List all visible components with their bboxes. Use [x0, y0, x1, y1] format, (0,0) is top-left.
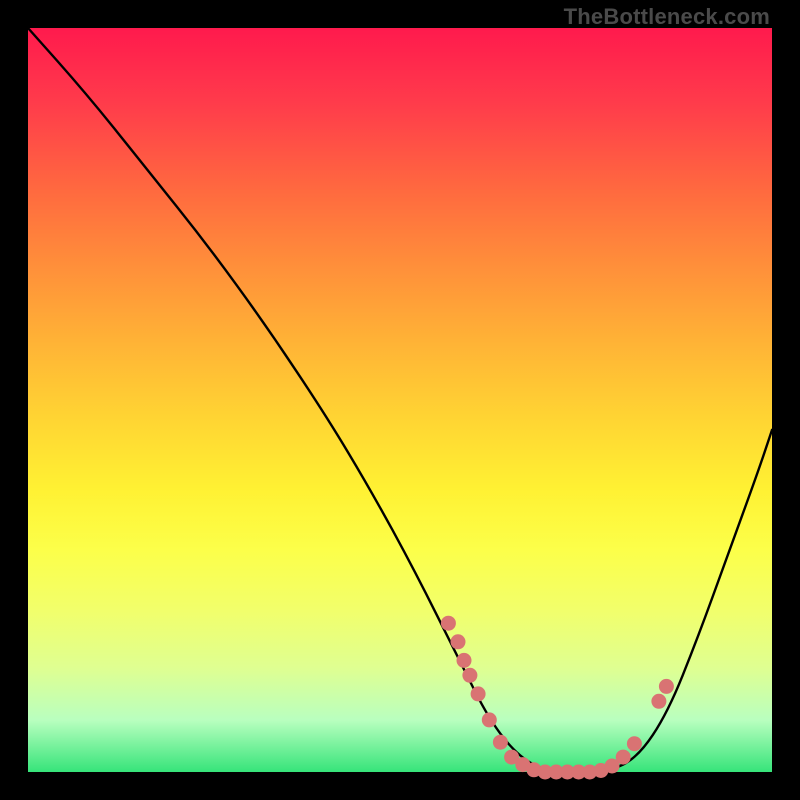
highlight-dot — [462, 668, 477, 683]
watermark-text: TheBottleneck.com — [564, 4, 770, 30]
highlight-dot — [471, 686, 486, 701]
highlight-dot — [651, 694, 666, 709]
highlight-dots-group — [441, 616, 674, 780]
highlight-dot — [493, 735, 508, 750]
highlight-dot — [482, 712, 497, 727]
highlight-dot — [451, 634, 466, 649]
highlight-dot — [627, 736, 642, 751]
highlight-dot — [457, 653, 472, 668]
highlight-dot — [441, 616, 456, 631]
chart-overlay — [28, 28, 772, 772]
bottleneck-curve-line — [28, 28, 772, 772]
highlight-dot — [616, 750, 631, 765]
chart-frame — [28, 28, 772, 772]
highlight-dot — [659, 679, 674, 694]
